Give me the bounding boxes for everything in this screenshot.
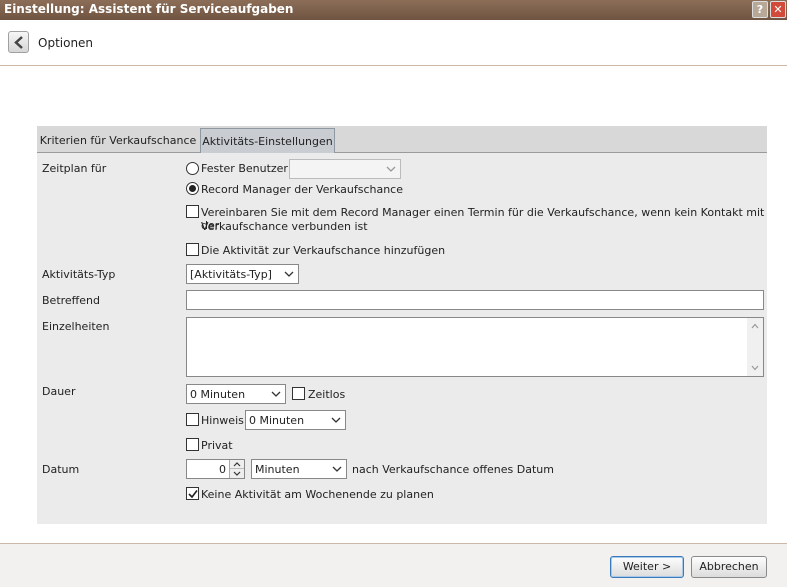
window-titlebar: Einstellung: Assistent für Serviceaufgab… — [0, 0, 787, 20]
settings-panel: Kriterien für Verkaufschance Aktivitäts-… — [37, 126, 767, 524]
scroll-down-icon[interactable] — [751, 365, 759, 371]
einzelheiten-scrollbar[interactable] — [747, 318, 763, 376]
zeitplan-label: Zeitplan für — [42, 162, 107, 175]
back-button[interactable] — [8, 31, 29, 53]
privat-label: Privat — [201, 439, 233, 452]
dialog-footer: Weiter > Abbrechen — [0, 543, 787, 587]
check-icon — [188, 490, 198, 499]
window-title: Einstellung: Assistent für Serviceaufgab… — [4, 2, 294, 16]
chevron-down-icon — [332, 466, 342, 472]
aktivitaet-hinzufuegen-label: Die Aktivität zur Verkaufschance hinzufü… — [201, 244, 446, 257]
back-arrow-icon — [14, 36, 23, 49]
page-header: Optionen — [0, 20, 787, 66]
einzelheiten-textarea[interactable] — [186, 317, 764, 377]
betreffend-input[interactable] — [186, 290, 764, 310]
aktivitaets-typ-select[interactable]: [Aktivitäts-Typ] — [186, 264, 299, 284]
spin-down-icon — [233, 471, 241, 476]
record-manager-radio[interactable] — [186, 182, 199, 195]
aktivitaets-typ-label: Aktivitäts-Typ — [42, 268, 116, 281]
datum-unit-value: Minuten — [255, 463, 300, 476]
dauer-select[interactable]: 0 Minuten — [186, 384, 286, 404]
datum-suffix-label: nach Verkaufschance offenes Datum — [352, 463, 554, 476]
dauer-value: 0 Minuten — [190, 388, 246, 401]
next-button[interactable]: Weiter > — [610, 556, 684, 578]
aktivitaets-typ-value: [Aktivitäts-Typ] — [190, 268, 272, 281]
spin-up-button[interactable] — [230, 460, 244, 469]
record-manager-label: Record Manager der Verkaufschance — [201, 183, 403, 196]
page-title: Optionen — [38, 36, 94, 50]
spin-up-icon — [233, 462, 241, 467]
help-icon[interactable]: ? — [752, 1, 768, 18]
datum-number-value: 0 — [219, 463, 226, 476]
chevron-down-icon — [386, 166, 396, 172]
fester-benutzer-label: Fester Benutzer — [201, 162, 288, 175]
tab-kriterien[interactable]: Kriterien für Verkaufschance — [39, 128, 197, 153]
betreffend-label: Betreffend — [42, 294, 100, 307]
zeitlos-checkbox[interactable] — [292, 387, 305, 400]
privat-checkbox[interactable] — [186, 438, 199, 451]
datum-label: Datum — [42, 463, 80, 476]
fester-benutzer-select[interactable] — [289, 159, 401, 179]
tab-aktivitaets-einstellungen[interactable]: Aktivitäts-Einstellungen — [200, 128, 335, 153]
hinweis-select[interactable]: 0 Minuten — [245, 410, 346, 430]
wochenende-checkbox[interactable] — [186, 487, 199, 500]
chevron-down-icon — [271, 391, 281, 397]
einzelheiten-label: Einzelheiten — [42, 320, 110, 333]
vereinbaren-checkbox[interactable] — [186, 205, 199, 218]
cancel-button[interactable]: Abbrechen — [691, 556, 767, 578]
spin-down-button[interactable] — [230, 469, 244, 478]
scroll-up-icon[interactable] — [751, 323, 759, 329]
wochenende-label: Keine Aktivität am Wochenende zu planen — [201, 488, 434, 501]
tab-strip: Kriterien für Verkaufschance Aktivitäts-… — [37, 126, 767, 153]
aktivitaet-hinzufuegen-checkbox[interactable] — [186, 243, 199, 256]
fester-benutzer-radio[interactable] — [186, 162, 199, 175]
close-icon[interactable]: ✕ — [770, 1, 786, 18]
hinweis-label: Hinweis — [201, 414, 244, 427]
datum-unit-select[interactable]: Minuten — [251, 459, 347, 479]
zeitlos-label: Zeitlos — [308, 388, 346, 401]
stepper-buttons — [229, 460, 244, 478]
dauer-label: Dauer — [42, 385, 76, 398]
hinweis-checkbox[interactable] — [186, 413, 199, 426]
hinweis-value: 0 Minuten — [249, 414, 305, 427]
chevron-down-icon — [331, 417, 341, 423]
chevron-down-icon — [284, 271, 294, 277]
datum-number-stepper[interactable]: 0 — [186, 459, 245, 479]
vereinbaren-label-line2: Verkaufschance verbunden ist — [201, 220, 368, 233]
